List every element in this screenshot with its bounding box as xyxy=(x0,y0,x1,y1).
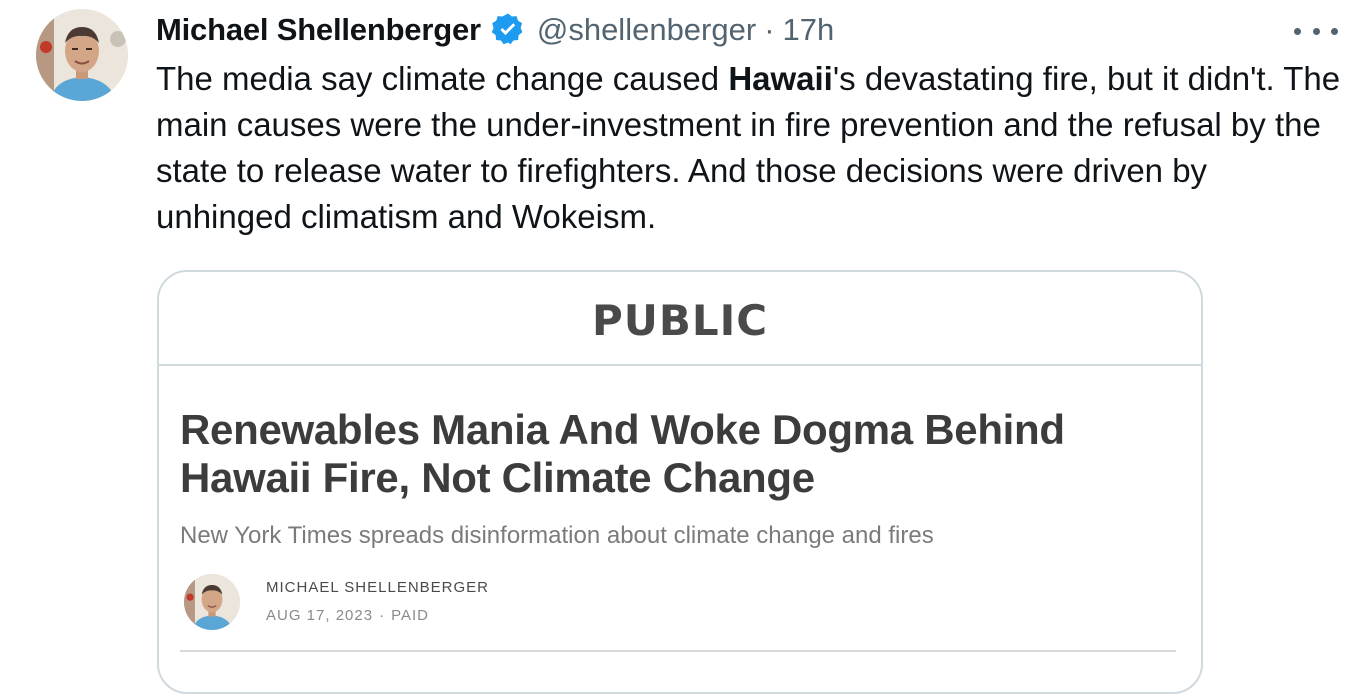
tweet-text-part1: The media say climate change caused xyxy=(156,60,729,97)
card-author-avatar xyxy=(184,574,240,630)
card-meta: AUG 17, 2023 · PAID xyxy=(266,607,429,624)
more-dot xyxy=(1331,27,1338,35)
card-subtitle: New York Times spreads disinformation ab… xyxy=(180,522,934,549)
author-avatar[interactable] xyxy=(36,9,128,101)
card-headline[interactable]: Renewables Mania And Woke Dogma Behind H… xyxy=(180,406,1180,502)
verified-badge-icon[interactable] xyxy=(489,11,527,49)
tweet[interactable]: Michael Shellenberger @shellenberger · 1… xyxy=(0,0,1372,694)
card-date: AUG 17, 2023 xyxy=(266,607,374,624)
author-display-name[interactable]: Michael Shellenberger xyxy=(156,12,481,48)
publication-logo: PUBLIC xyxy=(591,295,769,345)
card-divider xyxy=(180,650,1176,652)
tweet-text: The media say climate change caused Hawa… xyxy=(156,56,1346,240)
more-options-icon[interactable] xyxy=(1294,16,1338,46)
card-meta-separator: · xyxy=(379,607,386,624)
header-separator: · xyxy=(764,12,775,47)
more-dot xyxy=(1294,27,1301,35)
author-handle[interactable]: @shellenberger xyxy=(537,12,756,48)
card-author-name: MICHAEL SHELLENBERGER xyxy=(266,579,490,596)
more-dot xyxy=(1312,27,1320,35)
tweet-header: Michael Shellenberger @shellenberger · 1… xyxy=(156,8,834,52)
card-masthead: PUBLIC xyxy=(159,272,1201,366)
tweet-timestamp[interactable]: 17h xyxy=(783,12,835,48)
tweet-text-hashtag-hawaii: Hawaii xyxy=(728,60,833,97)
link-preview-card[interactable]: PUBLIC Renewables Mania And Woke Dogma B… xyxy=(157,270,1203,694)
card-access-badge: PAID xyxy=(391,607,429,624)
